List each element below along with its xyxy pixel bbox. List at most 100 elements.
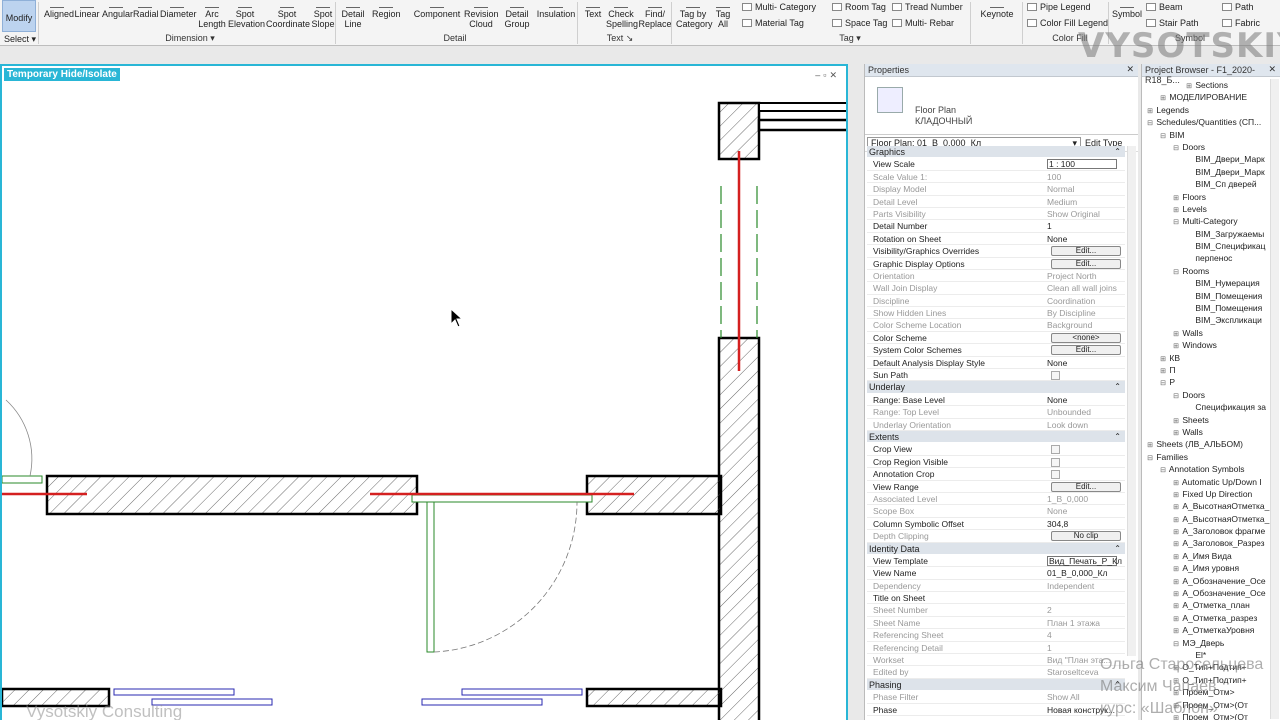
floor-plan-drawing[interactable] xyxy=(2,66,848,720)
property-value[interactable]: None xyxy=(1045,233,1125,244)
room-tag-button[interactable]: Room Tag xyxy=(832,2,886,12)
component-button[interactable]: Component xyxy=(412,0,462,33)
diameter-button[interactable]: Diameter xyxy=(160,0,197,33)
browser-tree-item[interactable]: ⊞ Walls xyxy=(1142,426,1270,438)
select-dropdown[interactable]: Select ▾ xyxy=(4,34,36,45)
browser-tree-item[interactable]: ⊟ Multi-Category xyxy=(1142,215,1270,227)
check-spelling-button[interactable]: Check Spelling xyxy=(606,0,638,33)
browser-tree-item[interactable]: ⊟ Р xyxy=(1142,376,1270,388)
multi-rebar-button[interactable]: Multi- Rebar xyxy=(892,18,954,28)
browser-tree-item[interactable]: ⊞ МОДЕЛИРОВАНИЕ xyxy=(1142,91,1270,103)
property-value[interactable] xyxy=(1045,456,1125,467)
beam-button[interactable]: Beam xyxy=(1146,2,1183,12)
browser-tree-item[interactable]: ⊞ КВ xyxy=(1142,352,1270,364)
browser-tree-item[interactable]: ⊞ Sheets xyxy=(1142,414,1270,426)
browser-tree-item[interactable]: ⊞ Levels xyxy=(1142,203,1270,215)
view-window-controls[interactable]: –▫✕ xyxy=(815,70,840,81)
browser-tree-item[interactable]: ⊞ Floors xyxy=(1142,191,1270,203)
browser-tree-item[interactable]: ⊞ Legends xyxy=(1142,104,1270,116)
insulation-button[interactable]: Insulation xyxy=(536,0,576,33)
property-value[interactable] xyxy=(1045,443,1125,455)
revision-cloud-button[interactable]: Revision Cloud xyxy=(464,0,499,33)
linear-button[interactable]: Linear xyxy=(74,0,100,33)
browser-tree-item[interactable]: ⊟ Doors xyxy=(1142,141,1270,153)
property-value[interactable]: Edit... xyxy=(1045,344,1125,356)
spot-elevation-button[interactable]: Spot Elevation xyxy=(228,0,265,33)
browser-tree-item[interactable]: ⊞ Sections xyxy=(1142,79,1270,91)
browser-tree-item[interactable]: ⊟ Schedules/Quantities (СП... xyxy=(1142,116,1270,128)
property-value[interactable]: 1 : 100 xyxy=(1045,158,1125,170)
region-button[interactable]: Region xyxy=(372,0,401,33)
browser-tree-item[interactable]: ⊞ А_ВысотнаяОтметка_ xyxy=(1142,513,1270,525)
property-value[interactable]: None xyxy=(1045,357,1125,368)
browser-tree-item[interactable]: ⊟ МЭ_Дверь xyxy=(1142,637,1270,649)
edit-button[interactable]: <none> xyxy=(1051,332,1121,343)
group-tag[interactable]: Tag ▾ xyxy=(800,33,900,45)
modify-button[interactable]: Modify xyxy=(2,0,36,32)
browser-tree-item[interactable]: ⊞ А_ВысотнаяОтметка_ xyxy=(1142,500,1270,512)
value-field[interactable]: 1 : 100 xyxy=(1047,159,1117,170)
browser-tree-item[interactable]: ⊞ А_Отметка_план xyxy=(1142,599,1270,611)
property-value[interactable] xyxy=(1045,369,1125,381)
text-button[interactable]: Text xyxy=(583,0,603,33)
property-value[interactable]: None xyxy=(1045,394,1125,405)
browser-tree-item[interactable]: BIM_Сп дверей xyxy=(1142,178,1270,190)
property-value[interactable]: Edit... xyxy=(1045,258,1125,269)
property-value[interactable]: <none> xyxy=(1045,332,1125,343)
spot-slope-button[interactable]: Spot Slope xyxy=(310,0,336,33)
browser-tree-item[interactable]: Спецификация за xyxy=(1142,401,1270,413)
browser-tree-item[interactable]: ⊞ А_Имя уровня xyxy=(1142,562,1270,574)
section-underlay[interactable]: Underlay ⌃ xyxy=(867,381,1125,394)
detail-line-button[interactable]: Detail Line xyxy=(340,0,366,33)
tag-by-category-button[interactable]: Tag by Category xyxy=(676,0,713,33)
property-value[interactable]: Edit... xyxy=(1045,481,1125,492)
group-dimension[interactable]: Dimension ▾ xyxy=(120,33,260,45)
floor-plan-view[interactable]: Temporary Hide/Isolate –▫✕ Vysotskiy Con… xyxy=(0,64,848,720)
browser-tree-item[interactable]: ⊞ А_Заголовок фрагме xyxy=(1142,525,1270,537)
project-browser-scrollbar[interactable] xyxy=(1270,79,1279,719)
checkbox[interactable] xyxy=(1051,371,1060,381)
value-field[interactable]: Вид_Печать_Р_Кл xyxy=(1047,555,1122,566)
aligned-button[interactable]: Aligned xyxy=(44,0,74,33)
tag-all-button[interactable]: Tag All xyxy=(712,0,734,33)
radial-button[interactable]: Radial xyxy=(133,0,159,33)
browser-tree-item[interactable]: ⊞ Fixed Up Direction xyxy=(1142,488,1270,500)
browser-tree-item[interactable]: BIM_Спецификац xyxy=(1142,240,1270,252)
browser-tree-item[interactable]: ⊞ А_Заголовок_Разрез xyxy=(1142,537,1270,549)
keynote-button[interactable]: Keynote xyxy=(980,0,1014,33)
browser-tree-item[interactable]: ⊟ BIM xyxy=(1142,129,1270,141)
material-tag-button[interactable]: Material Tag xyxy=(742,18,804,28)
browser-tree-item[interactable]: BIM_Помещения xyxy=(1142,290,1270,302)
browser-tree-item[interactable]: ⊞ Sheets (ЛВ_АЛЬБОМ) xyxy=(1142,438,1270,450)
spot-coordinate-button[interactable]: Spot Coordinate xyxy=(266,0,310,33)
browser-tree-item[interactable]: ⊞ Walls xyxy=(1142,327,1270,339)
checkbox[interactable] xyxy=(1051,445,1060,455)
browser-tree-item[interactable]: перпенос xyxy=(1142,252,1270,264)
section-graphics[interactable]: Graphics ⌃ xyxy=(867,146,1125,159)
browser-tree-item[interactable]: ⊞ А_Обозначение_Осе xyxy=(1142,575,1270,587)
space-tag-button[interactable]: Space Tag xyxy=(832,18,887,28)
browser-tree-item[interactable]: BIM_Помещения xyxy=(1142,302,1270,314)
browser-tree-item[interactable]: ⊞ А_Отметка_разрез xyxy=(1142,612,1270,624)
close-icon[interactable]: ✕ xyxy=(1268,64,1276,75)
multi-category-tag-button[interactable]: Multi- Category xyxy=(742,2,816,12)
property-value[interactable] xyxy=(1045,468,1125,480)
section-identity-data[interactable]: Identity Data ⌃ xyxy=(867,542,1125,555)
browser-tree-item[interactable]: BIM_Двери_Марк xyxy=(1142,166,1270,178)
browser-tree-item[interactable]: ⊟ Rooms xyxy=(1142,265,1270,277)
browser-tree-item[interactable]: ⊟ Annotation Symbols xyxy=(1142,463,1270,475)
edit-button[interactable]: Edit... xyxy=(1051,481,1121,492)
edit-button[interactable]: Edit... xyxy=(1051,258,1121,269)
edit-button[interactable]: Edit... xyxy=(1051,246,1121,257)
path-button[interactable]: Path xyxy=(1222,2,1254,12)
browser-tree-item[interactable]: ⊞ А_ОтметкаУровня xyxy=(1142,624,1270,636)
properties-scrollbar[interactable] xyxy=(1127,146,1136,656)
property-value[interactable]: 01_В_0,000_Кл xyxy=(1045,567,1125,578)
checkbox[interactable] xyxy=(1051,470,1060,480)
property-value[interactable] xyxy=(1045,592,1125,603)
property-value[interactable]: 304,8 xyxy=(1045,518,1125,529)
detail-group-button[interactable]: Detail Group xyxy=(500,0,534,33)
arc-length-button[interactable]: Arc Length xyxy=(198,0,226,33)
type-selector[interactable]: Floor Plan КЛАДОЧНЫЙ xyxy=(865,77,1138,135)
pipe-legend-button[interactable]: Pipe Legend xyxy=(1027,2,1091,12)
